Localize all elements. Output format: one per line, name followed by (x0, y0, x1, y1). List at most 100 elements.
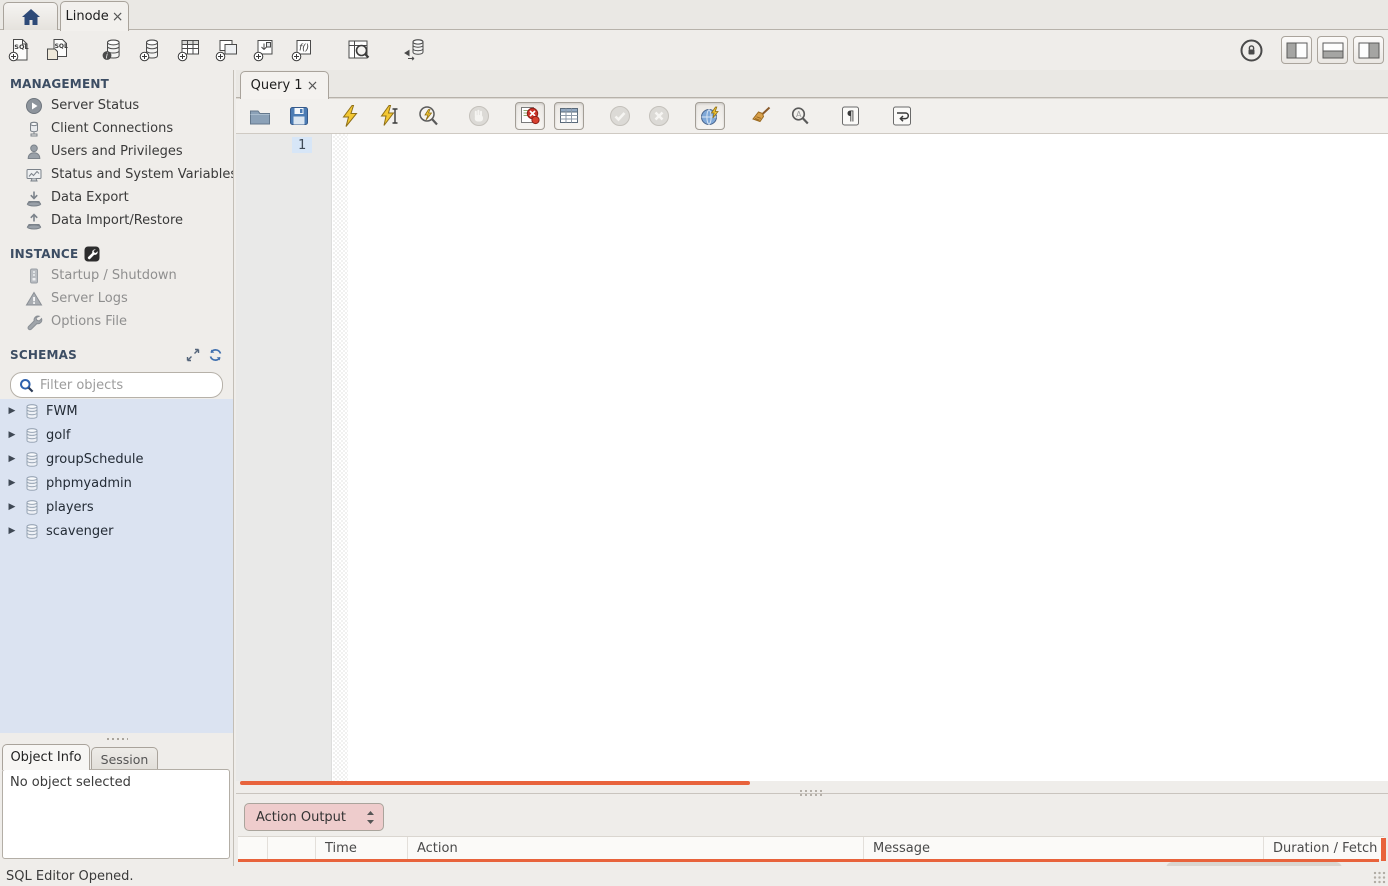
schema-row-scavenger[interactable]: ▶ scavenger (0, 519, 233, 543)
splitter-grip (799, 789, 823, 797)
schema-filter-input[interactable] (40, 378, 214, 393)
output-splitter[interactable] (236, 786, 1388, 800)
find-button[interactable]: A (785, 102, 815, 130)
expand-triangle-icon[interactable]: ▶ (6, 503, 18, 512)
window-tabbar: Linode × (0, 0, 1388, 30)
schema-row-golf[interactable]: ▶ golf (0, 423, 233, 447)
expand-triangle-icon[interactable]: ▶ (6, 527, 18, 536)
svg-text:f(): f() (299, 44, 309, 54)
schema-row-players[interactable]: ▶ players (0, 495, 233, 519)
expand-triangle-icon[interactable]: ▶ (6, 407, 18, 416)
sidebar-item-server-status[interactable]: Server Status (0, 94, 233, 117)
sidebar-item-startup-shutdown[interactable]: Startup / Shutdown (0, 264, 233, 287)
window-resize-grip[interactable] (1373, 871, 1386, 884)
schema-row-phpmyadmin[interactable]: ▶ phpmyadmin (0, 471, 233, 495)
output-vertical-scrollbar[interactable] (1381, 838, 1386, 861)
tab-query-1[interactable]: Query 1 × (240, 71, 329, 99)
execute-current-button[interactable] (374, 102, 404, 130)
sidebar-item-label: Server Logs (51, 291, 128, 306)
schema-row-fwm[interactable]: ▶ FWM (0, 399, 233, 423)
sidebar: MANAGEMENT Server Status Client Connecti… (0, 70, 234, 866)
sidebar-vertical-splitter[interactable] (0, 733, 233, 744)
stop-button (464, 102, 494, 130)
toggle-autocommit-button[interactable] (695, 102, 725, 130)
output-selector[interactable]: Action Output (244, 803, 384, 831)
instance-section: INSTANCE Startup / Shutdown Server Logs … (0, 232, 233, 333)
sidebar-item-system-variables[interactable]: Status and System Variables (0, 163, 233, 186)
editor-text-area[interactable] (348, 134, 1388, 781)
query-tab-close-icon[interactable]: × (307, 79, 319, 93)
database-inspector-icon[interactable]: i (100, 37, 126, 63)
startup-shutdown-icon (25, 267, 43, 285)
explain-button[interactable] (413, 102, 443, 130)
sidebar-item-client-connections[interactable]: Client Connections (0, 117, 233, 140)
create-function-icon[interactable]: f() (290, 37, 316, 63)
save-script-button[interactable] (284, 102, 314, 130)
create-procedure-icon[interactable] (252, 37, 278, 63)
sidebar-item-data-import[interactable]: Data Import/Restore (0, 209, 233, 232)
toggle-left-sidebar-button[interactable] (1281, 36, 1312, 64)
connection-tab[interactable]: Linode × (60, 1, 129, 31)
tab-object-info[interactable]: Object Info (2, 744, 90, 770)
line-number-gutter: 1 (236, 134, 332, 781)
schema-row-groupschedule[interactable]: ▶ groupSchedule (0, 447, 233, 471)
create-view-icon[interactable] (214, 37, 240, 63)
beautify-button[interactable] (746, 102, 776, 130)
schemas-refresh-icon[interactable] (208, 348, 223, 362)
reconnect-dbms-icon[interactable] (402, 37, 428, 63)
schema-name: scavenger (46, 524, 113, 539)
sidebar-item-options-file[interactable]: Options File (0, 310, 233, 333)
open-sql-script-icon[interactable]: SQL (45, 37, 71, 63)
open-script-button[interactable] (245, 102, 275, 130)
object-info-panel: No object selected (2, 769, 230, 859)
toggle-right-sidebar-button[interactable] (1353, 36, 1384, 64)
sidebar-item-label: Status and System Variables (51, 167, 233, 182)
expand-triangle-icon[interactable]: ▶ (6, 431, 18, 440)
status-bar: SQL Editor Opened. (0, 866, 1388, 886)
sidebar-item-label: Client Connections (51, 121, 173, 136)
create-schema-icon[interactable] (138, 37, 164, 63)
sidebar-item-server-logs[interactable]: Server Logs (0, 287, 233, 310)
execute-button[interactable] (335, 102, 365, 130)
schemas-header-label: SCHEMAS (10, 348, 77, 362)
line-number: 1 (292, 137, 312, 153)
schema-filter-box (10, 372, 223, 398)
query-tab-label: Query 1 (251, 78, 303, 93)
limit-rows-button[interactable] (554, 102, 584, 130)
home-icon (20, 7, 42, 27)
commit-button (605, 102, 635, 130)
editor-horizontal-scrollbar[interactable] (240, 781, 750, 785)
filter-search-icon (19, 378, 34, 393)
system-variables-icon (25, 166, 43, 184)
combo-spinner-icon (366, 810, 375, 825)
sidebar-item-label: Options File (51, 314, 127, 329)
schema-icon (24, 475, 40, 492)
search-table-data-icon[interactable] (345, 37, 373, 63)
create-table-icon[interactable] (176, 37, 202, 63)
schema-name: players (46, 500, 94, 515)
schema-icon (24, 499, 40, 516)
svg-text:SQL: SQL (55, 43, 68, 50)
schemas-expand-icon[interactable] (186, 348, 200, 362)
object-info-text: No object selected (10, 775, 131, 790)
management-section: MANAGEMENT Server Status Client Connecti… (0, 70, 233, 232)
sidebar-item-users-privileges[interactable]: Users and Privileges (0, 140, 233, 163)
sidebar-item-data-export[interactable]: Data Export (0, 186, 233, 209)
toggle-stop-on-error-button[interactable] (515, 102, 545, 130)
expand-triangle-icon[interactable]: ▶ (6, 455, 18, 464)
connection-tab-close-icon[interactable]: × (112, 10, 124, 24)
toggle-invisible-chars-button[interactable]: ¶ (836, 102, 866, 130)
toggle-output-area-button[interactable] (1317, 36, 1348, 64)
home-tab[interactable] (3, 2, 58, 30)
server-status-icon (25, 97, 43, 115)
new-sql-tab-icon[interactable]: SQL (7, 37, 33, 63)
expand-triangle-icon[interactable]: ▶ (6, 479, 18, 488)
instance-header: INSTANCE (0, 244, 233, 264)
svg-text:SQL: SQL (14, 43, 28, 51)
toggle-wrap-button[interactable] (887, 102, 917, 130)
sidebar-item-label: Startup / Shutdown (51, 268, 177, 283)
schema-name: FWM (46, 404, 78, 419)
editor-tabbar: Query 1 × (236, 70, 1388, 98)
users-icon (25, 143, 43, 161)
tab-session[interactable]: Session (91, 747, 158, 770)
